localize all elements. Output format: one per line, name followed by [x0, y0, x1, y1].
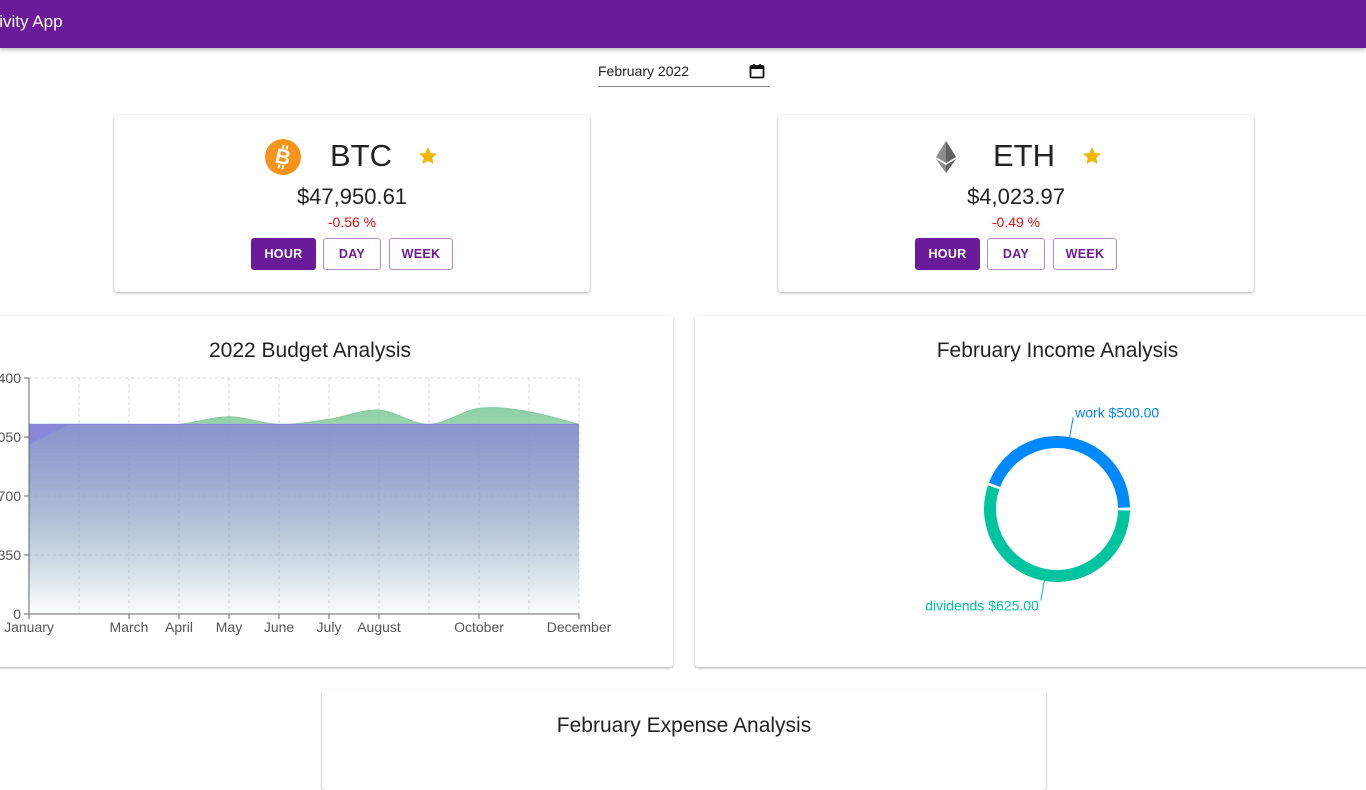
- coin-header: ETH: [778, 137, 1254, 177]
- y-tick-label: 350: [0, 547, 21, 563]
- week-button[interactable]: WEEK: [389, 238, 453, 270]
- coin-price: $4,023.97: [967, 184, 1065, 209]
- coin-change: -0.56 %: [327, 214, 377, 230]
- timeframe-toggle: HOUR DAY WEEK: [778, 238, 1254, 272]
- day-button[interactable]: DAY: [323, 238, 381, 270]
- week-button[interactable]: WEEK: [1053, 238, 1117, 270]
- area-series-1: [29, 424, 579, 614]
- pie-slice-1: [984, 485, 1130, 582]
- coin-header: B BTC: [114, 137, 590, 177]
- x-tick-label: August: [357, 619, 401, 635]
- day-button[interactable]: DAY: [987, 238, 1045, 270]
- timeframe-toggle: HOUR DAY WEEK: [114, 238, 590, 272]
- coin-symbol: BTC: [330, 138, 392, 173]
- y-tick-label: 700: [0, 488, 21, 504]
- bitcoin-icon: B: [265, 139, 301, 175]
- month-picker-value: February 2022: [598, 63, 690, 79]
- x-tick-label: July: [317, 619, 342, 635]
- eth-card: ETH $4,023.97 -0.49 % HOUR DAY WEEK: [778, 115, 1254, 292]
- coin-symbol: ETH: [993, 138, 1055, 173]
- income-card: February Income Analysis work $500.00 div…: [695, 316, 1366, 667]
- expense-title: February Expense Analysis: [556, 714, 812, 737]
- ethereum-icon: [936, 141, 956, 173]
- pie-leader-1: [1040, 580, 1045, 601]
- app-bar: ctivity App: [0, 0, 1366, 48]
- star-icon[interactable]: [417, 145, 439, 167]
- income-donut-chart: work $500.00 dividends $625.00: [925, 404, 1159, 614]
- y-tick-label: 400: [0, 370, 21, 386]
- hour-button[interactable]: HOUR: [915, 238, 980, 270]
- pie-leader-0: [1069, 417, 1074, 438]
- app-title: ctivity App: [0, 12, 63, 31]
- star-icon[interactable]: [1081, 145, 1103, 167]
- x-tick-label: October: [454, 619, 504, 635]
- x-tick-label: April: [165, 619, 193, 635]
- coin-change: -0.49 %: [991, 214, 1041, 230]
- month-picker[interactable]: February 2022: [598, 58, 770, 87]
- btc-card: B BTC $47,950.61 -0.56 % HOUR DAY WEEK: [114, 115, 590, 292]
- x-tick-label: May: [216, 619, 242, 635]
- x-tick-label: March: [110, 619, 149, 635]
- y-tick-label: 050: [0, 429, 21, 445]
- x-tick-label: December: [547, 619, 612, 635]
- pie-slice-0: [988, 435, 1130, 508]
- x-tick-label: June: [264, 619, 295, 635]
- hour-button[interactable]: HOUR: [251, 238, 316, 270]
- budget-area-chart: 4000507003500January March April May June Jul…: [0, 370, 612, 635]
- expense-card: February Expense Analysis: [322, 690, 1046, 790]
- calendar-icon[interactable]: [749, 63, 765, 79]
- pie-label-1: dividends $625.00: [925, 598, 1039, 614]
- pie-label-0: work $500.00: [1074, 404, 1159, 420]
- coin-price: $47,950.61: [296, 184, 408, 209]
- x-tick-label: January: [4, 619, 54, 635]
